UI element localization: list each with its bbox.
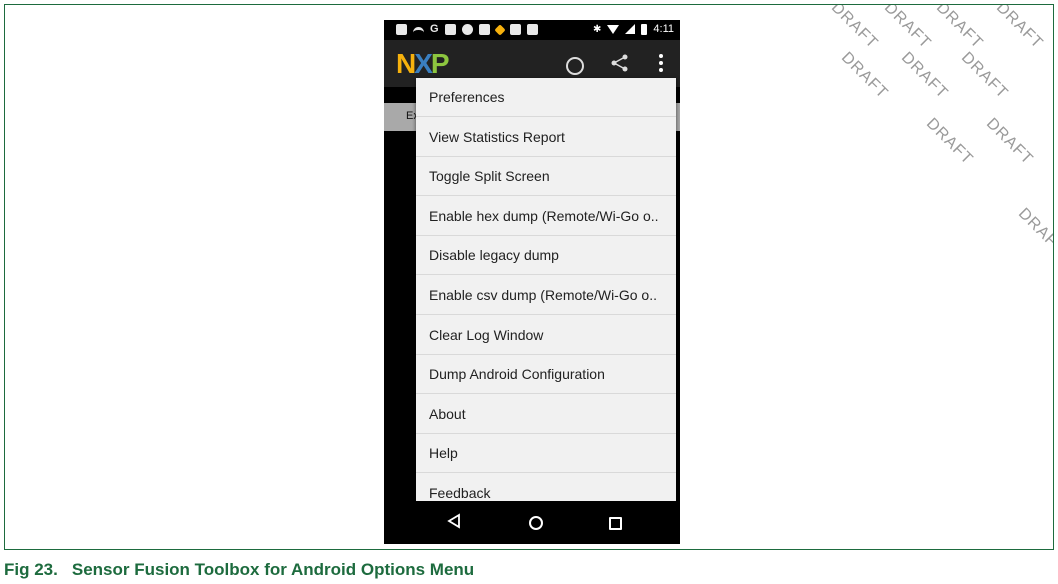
diamond-icon [493,24,506,36]
logo-letter-n: N [396,48,416,79]
menu-item-enable-hex-dump[interactable]: Enable hex dump (Remote/Wi-Go o.. [416,197,676,236]
logo-letter-p: P [430,48,450,79]
watermark-text: DRAFT [992,4,1047,53]
chat-icon [461,24,473,35]
menu-item-feedback[interactable]: Feedback [416,474,676,501]
overflow-menu-icon[interactable] [659,54,663,72]
linkedin-icon [526,24,538,35]
linkedin-icon [444,24,456,35]
menu-item-view-statistics-report[interactable]: View Statistics Report [416,118,676,157]
chevron-circle-icon[interactable] [566,57,584,75]
watermark-text: DRAFT [880,4,935,53]
bluetooth-icon: ✱ [593,23,602,35]
menu-item-about[interactable]: About [416,395,676,434]
share-icon[interactable] [610,53,630,73]
status-bar: G ✱ 4:11 [384,20,680,40]
phone-screenshot: G ✱ 4:11 NXP Ex Preferences View Statist… [384,20,680,544]
menu-item-toggle-split-screen[interactable]: Toggle Split Screen [416,157,676,197]
watermark-text: DRAFT [982,115,1037,169]
menu-item-dump-android-configuration[interactable]: Dump Android Configuration [416,355,676,395]
menu-item-preferences[interactable]: Preferences [416,78,676,117]
signal-icon [625,24,636,34]
home-icon[interactable] [529,516,543,530]
menu-item-enable-csv-dump[interactable]: Enable csv dump (Remote/Wi-Go o.. [416,276,676,315]
watermark-text: DRAFT [827,4,882,53]
g-icon: G [430,23,439,35]
back-icon[interactable] [447,513,461,529]
mail-icon [509,24,521,35]
linkedin-icon [478,24,490,35]
wifi-icon [607,24,620,34]
notification-icons: G [396,23,538,36]
menu-item-clear-log-window[interactable]: Clear Log Window [416,316,676,355]
figure-number: Fig 23. [4,560,58,579]
status-time: 4:11 [653,23,674,35]
figure-frame: DRAFT DRAFT DRAFT DRAFT DRAFT DRAFT DRAF… [4,4,1054,550]
figure-caption: Fig 23. Sensor Fusion Toolbox for Android… [4,560,474,580]
phone-icon [413,27,424,35]
figure-title: Sensor Fusion Toolbox for Android Option… [71,560,475,579]
watermark-text: DRAFT [1014,205,1054,259]
options-menu: Preferences View Statistics Report Toggl… [416,78,676,501]
watermark-text: DRAFT [897,49,952,103]
recents-icon[interactable] [609,517,622,530]
system-icons: ✱ 4:11 [593,23,674,35]
watermark-text: DRAFT [957,49,1012,103]
watermark-text: DRAFT [922,115,977,169]
menu-item-disable-legacy-dump[interactable]: Disable legacy dump [416,236,676,276]
nxp-logo: NXP [396,48,450,80]
menu-item-help[interactable]: Help [416,434,676,474]
watermark-text: DRAFT [932,4,987,53]
android-nav-bar [384,501,680,544]
message-icon [396,24,407,35]
watermark-text: DRAFT [837,49,892,103]
logo-letter-x: X [414,48,433,79]
battery-icon [641,23,648,35]
